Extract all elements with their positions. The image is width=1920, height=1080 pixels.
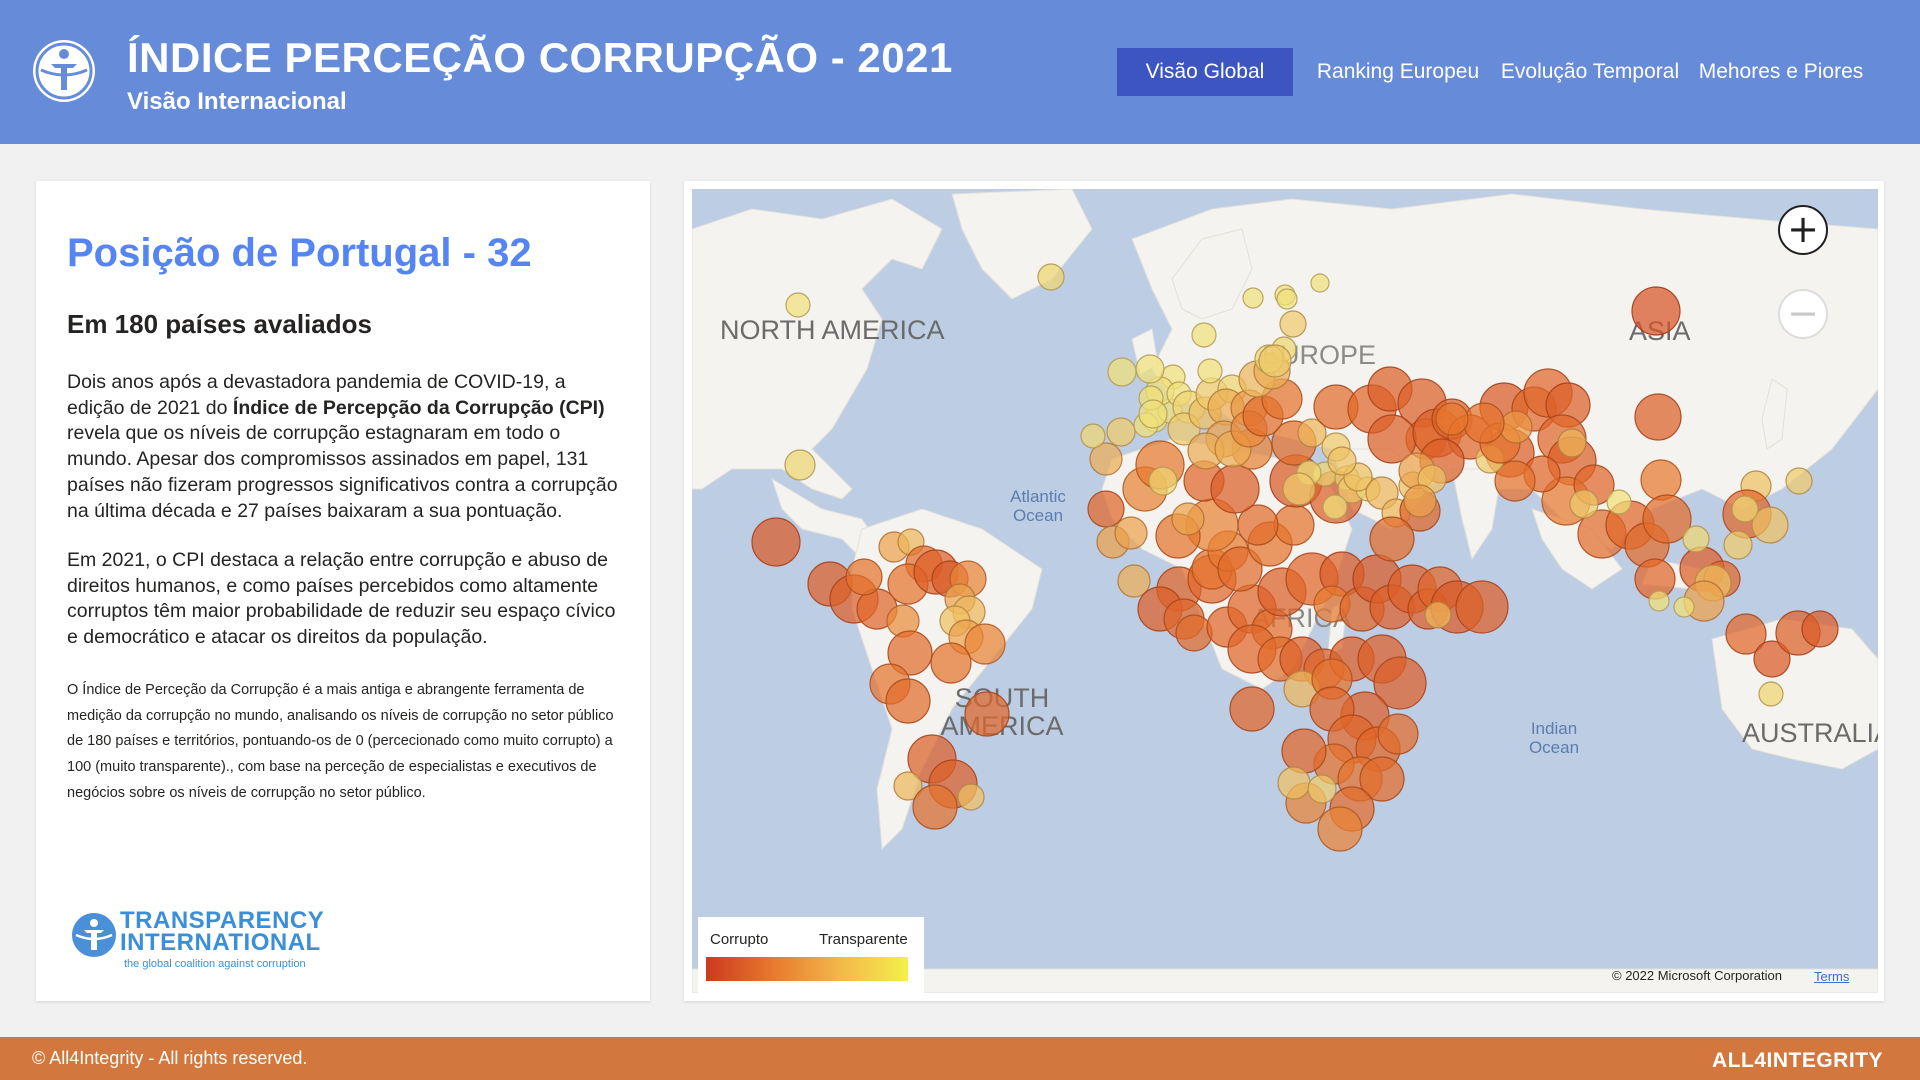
- legend-high-label: Transparente: [819, 931, 908, 948]
- footer-copyright: © All4Integrity - All rights reserved.: [32, 1048, 308, 1068]
- country-bubble[interactable]: [1087, 490, 1125, 528]
- country-bubble[interactable]: [1569, 489, 1599, 519]
- tab-evolucao-temporal[interactable]: Evolução Temporal: [1498, 48, 1682, 96]
- country-bubble[interactable]: [1106, 417, 1136, 447]
- country-bubble[interactable]: [912, 784, 958, 830]
- tab-visao-global[interactable]: Visão Global: [1117, 48, 1293, 96]
- country-bubble[interactable]: [1107, 357, 1137, 387]
- human-rights-paragraph: Em 2021, o CPI destaca a relação entre c…: [67, 549, 616, 649]
- zoom-in-button[interactable]: +: [1778, 205, 1828, 255]
- country-bubble[interactable]: [1258, 344, 1292, 378]
- country-bubble[interactable]: [885, 678, 931, 724]
- country-bubble[interactable]: [1731, 495, 1759, 523]
- country-bubble[interactable]: [1171, 502, 1205, 536]
- zoom-out-button[interactable]: −: [1778, 289, 1828, 339]
- country-bubble[interactable]: [1191, 322, 1217, 348]
- country-bubble[interactable]: [1307, 774, 1337, 804]
- country-bubble[interactable]: [1276, 288, 1298, 310]
- country-bubble[interactable]: [1080, 423, 1106, 449]
- country-bubble[interactable]: [1273, 504, 1315, 546]
- footer-brand-logo: ALL4INTEGRITY: [1712, 1049, 1884, 1072]
- cpi-description-paragraph: O Índice de Perceção da Corrupção é a ma…: [67, 682, 614, 801]
- plus-icon: +: [1787, 207, 1819, 251]
- tab-mehores-e-piores[interactable]: Mehores e Piores: [1696, 48, 1866, 96]
- legend-low-label: Corrupto: [710, 931, 769, 948]
- map-terms-link[interactable]: Terms: [1814, 969, 1849, 984]
- country-bubble[interactable]: [1242, 287, 1264, 309]
- ti-logo-line2: INTERNATIONAL: [120, 929, 321, 956]
- country-bubble[interactable]: [1197, 358, 1223, 384]
- country-bubble[interactable]: [964, 691, 1010, 737]
- country-bubble[interactable]: [930, 642, 972, 684]
- country-bubble[interactable]: [1785, 467, 1813, 495]
- tab-ranking-europeu[interactable]: Ranking Europeu: [1312, 48, 1484, 96]
- app-footer: © All4Integrity - All rights reserved. A…: [0, 1037, 1920, 1080]
- page-title: ÍNDICE PERCEÇÃO CORRUPÇÃO - 2021: [127, 34, 953, 81]
- country-bubble[interactable]: [1673, 596, 1695, 618]
- world-map-card: NORTH AMERICA EUROPE ASIA AFRICA SOUTH A…: [684, 181, 1884, 1001]
- map-legend: Corrupto Transparente: [698, 917, 924, 993]
- country-bubble[interactable]: [1557, 428, 1587, 458]
- intro-paragraph: Dois anos após a devastadora pandemia de…: [67, 370, 627, 524]
- country-bubble[interactable]: [1801, 610, 1839, 648]
- country-bubble[interactable]: [1322, 494, 1348, 520]
- country-bubble[interactable]: [957, 783, 985, 811]
- world-map[interactable]: NORTH AMERICA EUROPE ASIA AFRICA SOUTH A…: [692, 189, 1878, 993]
- country-bubble[interactable]: [784, 449, 816, 481]
- country-bubble[interactable]: [1640, 459, 1682, 501]
- map-copyright: © 2022 Microsoft Corporation: [1612, 968, 1782, 983]
- ti-logo-tagline: the global coalition against corruption: [124, 958, 306, 970]
- country-bubble[interactable]: [1282, 472, 1316, 506]
- country-bubble[interactable]: [1369, 516, 1415, 562]
- ti-globe-icon: [72, 913, 116, 957]
- country-bubble[interactable]: [1499, 410, 1533, 444]
- minus-icon: −: [1787, 291, 1819, 335]
- country-bubble[interactable]: [1114, 516, 1148, 550]
- country-bubble[interactable]: [964, 623, 1006, 665]
- country-bubble[interactable]: [1648, 590, 1670, 612]
- country-bubble[interactable]: [1463, 402, 1505, 444]
- legend-gradient-bar: [706, 957, 908, 981]
- country-bubble[interactable]: [1606, 489, 1632, 515]
- country-bubble[interactable]: [1281, 728, 1327, 774]
- summary-card: Posição de Portugal - 32 Em 180 países a…: [36, 181, 650, 1001]
- country-bubble[interactable]: [1229, 686, 1275, 732]
- country-bubble[interactable]: [785, 292, 811, 318]
- country-bubble[interactable]: [1210, 464, 1260, 514]
- country-bubble[interactable]: [1631, 286, 1681, 336]
- country-bubble[interactable]: [1279, 310, 1307, 338]
- country-bubble[interactable]: [845, 558, 883, 596]
- country-bubble[interactable]: [1317, 806, 1363, 852]
- cpi-name: Índice de Percepção da Corrupção (CPI): [232, 396, 605, 419]
- transparency-international-logo: TRANSPARENCY INTERNATIONAL the global co…: [72, 909, 324, 973]
- country-bubble[interactable]: [1310, 273, 1330, 293]
- country-bubble[interactable]: [1403, 484, 1437, 518]
- country-bubble[interactable]: [1758, 681, 1784, 707]
- country-bubble[interactable]: [1435, 402, 1469, 436]
- country-bubble[interactable]: [1148, 466, 1178, 496]
- country-bubble[interactable]: [1682, 525, 1710, 553]
- country-bubble[interactable]: [1135, 354, 1165, 384]
- country-bubble[interactable]: [1377, 713, 1419, 755]
- portugal-position-heading: Posição de Portugal - 32: [67, 231, 532, 275]
- country-bubble[interactable]: [1634, 393, 1682, 441]
- intro-text-end: revela que os níveis de corrupção estagn…: [67, 422, 618, 522]
- app-header: ÍNDICE PERCEÇÃO CORRUPÇÃO - 2021 Visão I…: [0, 0, 1920, 144]
- country-bubble[interactable]: [1138, 399, 1168, 429]
- country-bubble[interactable]: [751, 517, 801, 567]
- countries-evaluated-subheading: Em 180 países avaliados: [67, 309, 372, 339]
- country-bubble[interactable]: [1455, 580, 1509, 634]
- country-bubble[interactable]: [1723, 530, 1753, 560]
- country-bubble[interactable]: [1175, 614, 1213, 652]
- transparency-globe-icon: [33, 40, 95, 102]
- page-subtitle: Visão Internacional: [127, 88, 347, 115]
- country-bubble[interactable]: [1327, 446, 1357, 476]
- cpi-bubble-layer: [751, 263, 1839, 852]
- country-bubble[interactable]: [1277, 766, 1311, 800]
- country-bubble[interactable]: [1037, 263, 1065, 291]
- country-bubble[interactable]: [1424, 601, 1452, 629]
